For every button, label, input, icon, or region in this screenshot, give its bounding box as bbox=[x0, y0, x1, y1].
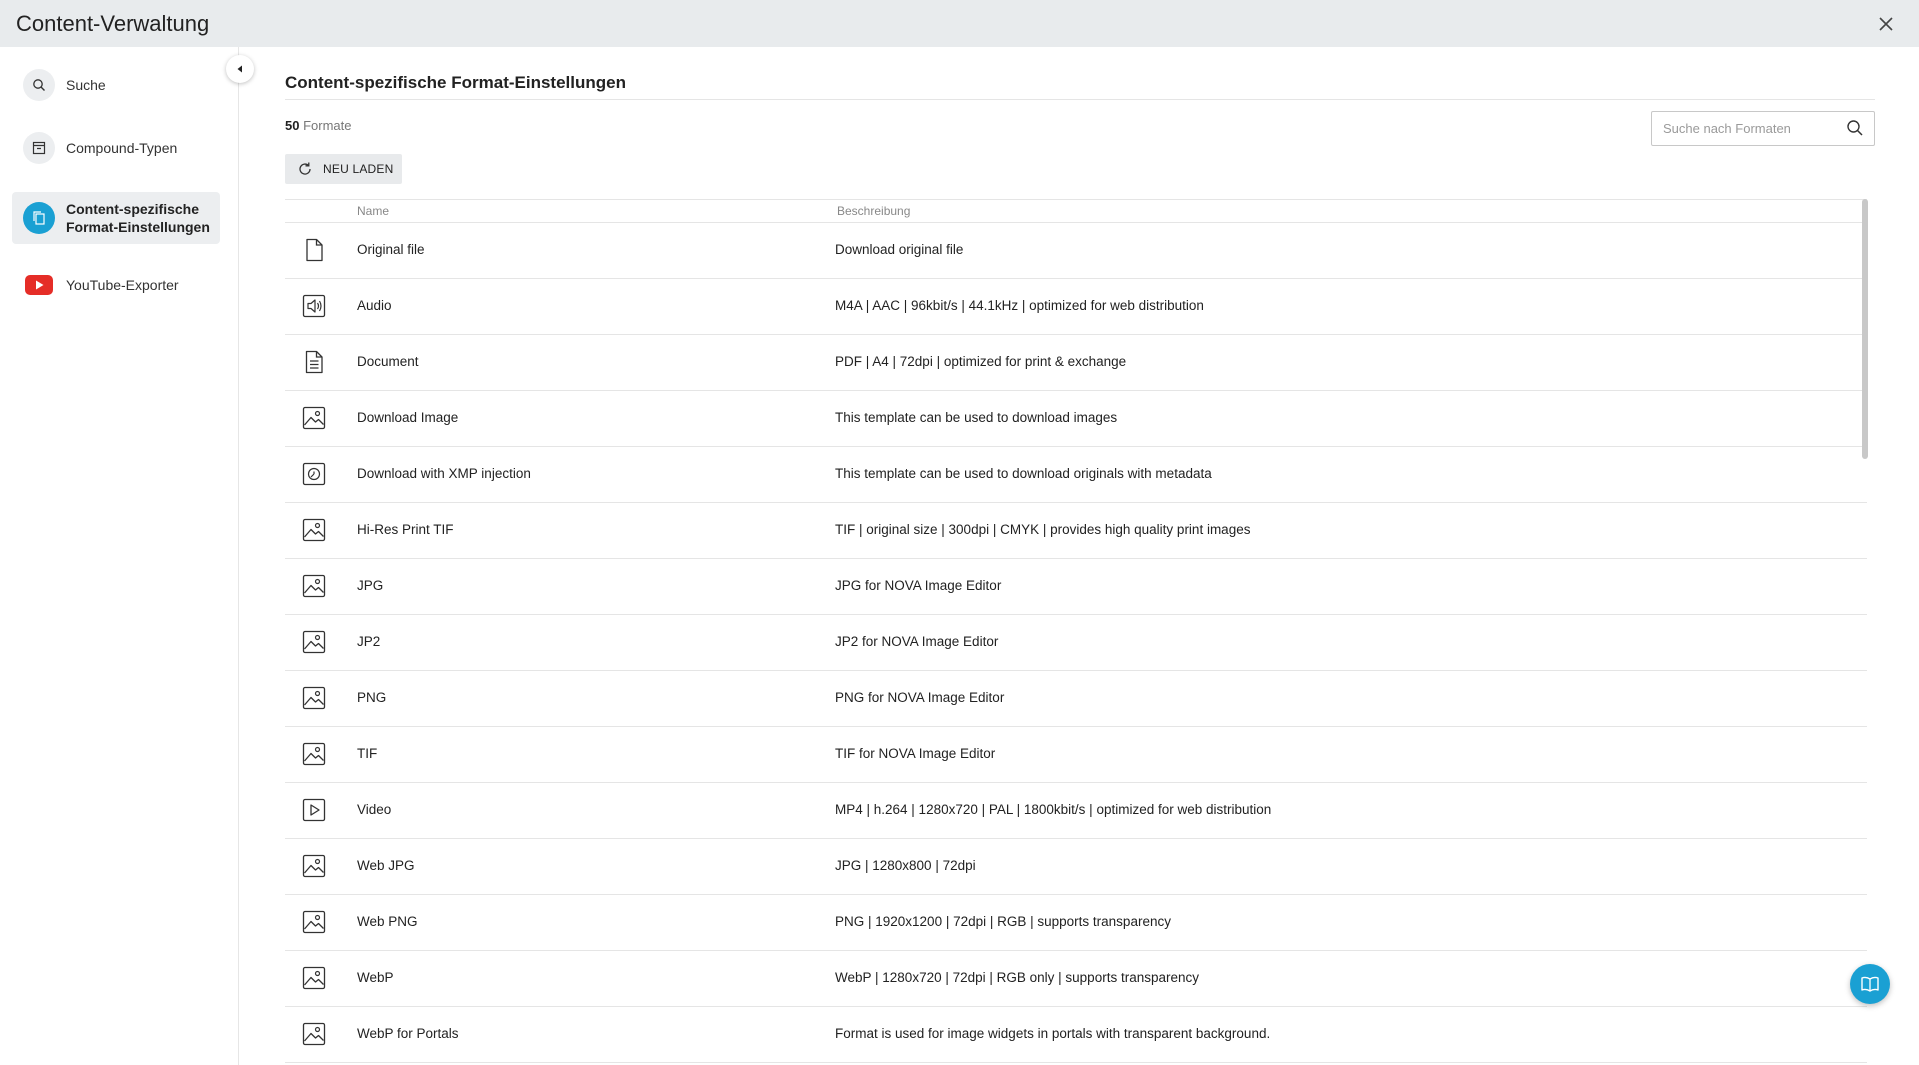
table-row[interactable]: JPG JPG for NOVA Image Editor bbox=[285, 559, 1867, 615]
xmp-icon bbox=[301, 461, 327, 487]
format-search-box bbox=[1651, 111, 1875, 146]
table-row[interactable]: JP2 JP2 for NOVA Image Editor bbox=[285, 615, 1867, 671]
caret-left-icon bbox=[237, 65, 242, 73]
scrollbar[interactable] bbox=[1860, 199, 1868, 1065]
sidebar-item-label: Content-spezifische Format-Einstellungen bbox=[66, 201, 210, 235]
table-row[interactable]: Audio M4A | AAC | 96kbit/s | 44.1kHz | op… bbox=[285, 279, 1867, 335]
formats-table: Name Beschreibung Original file Download … bbox=[285, 199, 1867, 1063]
audio-icon bbox=[301, 293, 327, 319]
row-description: TIF | original size | 300dpi | CMYK | pr… bbox=[835, 522, 1251, 537]
row-name: JPG bbox=[357, 578, 384, 593]
format-count: 50 Formate bbox=[285, 118, 352, 133]
image-icon bbox=[301, 853, 327, 879]
document-icon bbox=[301, 349, 327, 375]
image-icon bbox=[301, 909, 327, 935]
column-header-name[interactable]: Name bbox=[357, 204, 389, 218]
sidebar-item-youtube-exporter[interactable]: YouTube-Exporter bbox=[12, 263, 220, 307]
row-description: JPG | 1280x800 | 72dpi bbox=[835, 858, 976, 873]
sidebar-item-compound-typen[interactable]: Compound-Typen bbox=[12, 126, 220, 170]
row-description: Format is used for image widgets in port… bbox=[835, 1026, 1271, 1041]
row-description: PNG for NOVA Image Editor bbox=[835, 690, 1005, 705]
format-count-label: Formate bbox=[303, 118, 352, 133]
page-title: Content-spezifische Format-Einstellungen bbox=[285, 73, 1875, 100]
table-header: Name Beschreibung bbox=[285, 200, 1867, 223]
sidebar-item-label: Compound-Typen bbox=[66, 140, 178, 156]
help-book-icon bbox=[1861, 976, 1879, 992]
row-description: PNG | 1920x1200 | 72dpi | RGB | supports… bbox=[835, 914, 1171, 929]
table-row[interactable]: Download Image This template can be used … bbox=[285, 391, 1867, 447]
row-name: Download Image bbox=[357, 410, 459, 425]
row-description: MP4 | h.264 | 1280x720 | PAL | 1800kbit/… bbox=[835, 802, 1272, 817]
search-icon bbox=[23, 69, 55, 101]
help-button[interactable] bbox=[1850, 964, 1890, 1004]
row-name: Hi-Res Print TIF bbox=[357, 522, 454, 537]
sidebar-item-label: YouTube-Exporter bbox=[66, 277, 179, 293]
row-description: WebP | 1280x720 | 72dpi | RGB only | sup… bbox=[835, 970, 1199, 985]
main-content: Content-spezifische Format-Einstellungen… bbox=[285, 47, 1875, 1065]
row-name: Original file bbox=[357, 242, 425, 257]
sidebar-item-label: Suche bbox=[66, 77, 106, 93]
table-row[interactable]: WebP WebP | 1280x720 | 72dpi | RGB only |… bbox=[285, 951, 1867, 1007]
row-name: WebP for Portals bbox=[357, 1026, 459, 1041]
archive-box-icon bbox=[23, 132, 55, 164]
row-description: M4A | AAC | 96kbit/s | 44.1kHz | optimiz… bbox=[835, 298, 1204, 313]
row-name: PNG bbox=[357, 690, 387, 705]
image-icon bbox=[301, 1021, 327, 1047]
row-name: TIF bbox=[357, 746, 378, 761]
table-row[interactable]: WebP for Portals Format is used for image… bbox=[285, 1007, 1867, 1063]
row-name: Download with XMP injection bbox=[357, 466, 531, 481]
sidebar-item-content-format-settings[interactable]: Content-spezifische Format-Einstellungen bbox=[12, 192, 220, 244]
image-icon bbox=[301, 405, 327, 431]
table-row[interactable]: Original file Download original file bbox=[285, 223, 1867, 279]
row-name: Document bbox=[357, 354, 419, 369]
sidebar-item-suche[interactable]: Suche bbox=[12, 63, 220, 107]
sidebar-collapse-button[interactable] bbox=[226, 55, 254, 83]
image-icon bbox=[301, 965, 327, 991]
row-description: TIF for NOVA Image Editor bbox=[835, 746, 996, 761]
file-icon bbox=[301, 237, 327, 263]
video-icon bbox=[301, 797, 327, 823]
youtube-icon bbox=[23, 269, 55, 301]
row-name: JP2 bbox=[357, 634, 381, 649]
table-row[interactable]: Hi-Res Print TIF TIF | original size | 30… bbox=[285, 503, 1867, 559]
row-name: Web PNG bbox=[357, 914, 418, 929]
table-row[interactable]: Download with XMP injection This template… bbox=[285, 447, 1867, 503]
image-icon bbox=[301, 741, 327, 767]
app-title: Content-Verwaltung bbox=[16, 10, 210, 36]
row-description: JP2 for NOVA Image Editor bbox=[835, 634, 999, 649]
row-name: WebP bbox=[357, 970, 394, 985]
image-icon bbox=[301, 517, 327, 543]
image-icon bbox=[301, 573, 327, 599]
image-icon bbox=[301, 685, 327, 711]
sidebar: Suche Compound-Typen Content-spezifische… bbox=[0, 47, 239, 1065]
row-description: PDF | A4 | 72dpi | optimized for print &… bbox=[835, 354, 1127, 369]
table-row[interactable]: Video MP4 | h.264 | 1280x720 | PAL | 1800… bbox=[285, 783, 1867, 839]
refresh-icon bbox=[297, 161, 313, 177]
column-header-description[interactable]: Beschreibung bbox=[837, 204, 910, 218]
copy-pages-icon bbox=[23, 202, 55, 234]
format-search-input[interactable] bbox=[1661, 120, 1841, 137]
row-name: Audio bbox=[357, 298, 392, 313]
row-name: Web JPG bbox=[357, 858, 415, 873]
row-description: Download original file bbox=[835, 242, 964, 257]
row-description: This template can be used to download or… bbox=[835, 466, 1212, 481]
row-description: This template can be used to download im… bbox=[835, 410, 1118, 425]
reload-label: NEU LADEN bbox=[323, 162, 394, 176]
row-name: Video bbox=[357, 802, 392, 817]
search-icon[interactable] bbox=[1846, 119, 1864, 142]
row-description: JPG for NOVA Image Editor bbox=[835, 578, 1002, 593]
reload-button[interactable]: NEU LADEN bbox=[285, 154, 402, 184]
table-row[interactable]: Web PNG PNG | 1920x1200 | 72dpi | RGB | s… bbox=[285, 895, 1867, 951]
close-button[interactable] bbox=[1873, 11, 1899, 37]
table-body: Original file Download original file Audio… bbox=[285, 223, 1867, 1063]
format-count-value: 50 bbox=[285, 118, 300, 133]
table-row[interactable]: PNG PNG for NOVA Image Editor bbox=[285, 671, 1867, 727]
table-row[interactable]: TIF TIF for NOVA Image Editor bbox=[285, 727, 1867, 783]
scrollbar-thumb[interactable] bbox=[1862, 199, 1868, 459]
title-bar: Content-Verwaltung bbox=[0, 0, 1919, 47]
close-icon bbox=[1879, 17, 1893, 31]
table-row[interactable]: Document PDF | A4 | 72dpi | optimized for… bbox=[285, 335, 1867, 391]
image-icon bbox=[301, 629, 327, 655]
table-row[interactable]: Web JPG JPG | 1280x800 | 72dpi bbox=[285, 839, 1867, 895]
